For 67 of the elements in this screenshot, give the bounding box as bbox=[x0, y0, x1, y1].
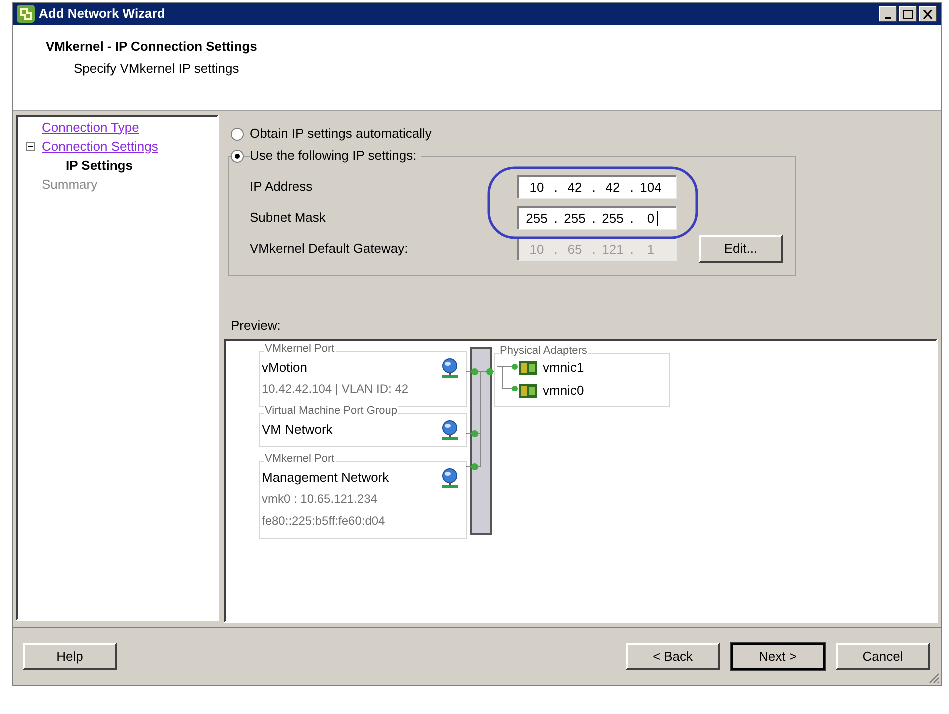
octet-value: 255 bbox=[601, 210, 625, 228]
octet-value: 255 bbox=[525, 210, 549, 228]
port-group-type: Virtual Machine Port Group bbox=[264, 406, 398, 416]
page-title: VMkernel - IP Connection Settings bbox=[46, 38, 258, 56]
network-port-icon bbox=[440, 468, 460, 488]
wizard-step: Summary bbox=[42, 174, 98, 194]
wizard-step[interactable]: Connection Settings bbox=[42, 136, 158, 156]
network-port-icon bbox=[440, 358, 460, 378]
ip-address-field[interactable]: 255 . 255 . 255 . 0 bbox=[517, 206, 677, 230]
network-card-icon bbox=[519, 360, 537, 374]
octet-separator: . bbox=[591, 240, 597, 259]
octet-value: 10 bbox=[528, 178, 546, 197]
ip-address-field[interactable]: 10 . 42 . 42 . 104 bbox=[517, 175, 677, 199]
preview-label: Preview: bbox=[231, 317, 282, 335]
help-button[interactable]: Help bbox=[23, 643, 117, 670]
octet-value: 65 bbox=[566, 240, 584, 259]
port-group-type: VMkernel Port bbox=[264, 344, 336, 354]
app-icon bbox=[17, 5, 35, 23]
octet-separator: . bbox=[591, 210, 597, 228]
octet-value: 255 bbox=[563, 210, 587, 228]
octet-separator: . bbox=[591, 178, 597, 197]
field-label: VMkernel Default Gateway: bbox=[250, 240, 410, 258]
collapse-icon[interactable] bbox=[26, 142, 34, 151]
wizard-step[interactable]: Connection Type bbox=[42, 118, 140, 138]
port-group-detail: fe80::225:b5ff:fe60:d04 bbox=[262, 512, 386, 530]
octet-value: 42 bbox=[566, 178, 584, 197]
network-card-icon bbox=[519, 384, 537, 398]
port-group-name: vMotion bbox=[262, 358, 308, 377]
close-icon bbox=[923, 10, 933, 18]
octet-value: 104 bbox=[639, 178, 663, 197]
edit-button[interactable]: Edit... bbox=[699, 235, 783, 263]
port-group-detail: vmk0 : 10.65.121.234 bbox=[262, 490, 378, 508]
minimize-icon bbox=[885, 16, 891, 18]
adapters-title: Physical Adapters bbox=[499, 346, 588, 356]
cancel-button[interactable]: Cancel bbox=[836, 643, 930, 670]
adapter-name: vmnic0 bbox=[543, 382, 584, 400]
octet-separator: . bbox=[553, 210, 559, 228]
close-button[interactable] bbox=[919, 6, 937, 22]
port-group-type: VMkernel Port bbox=[264, 454, 336, 464]
octet-value: 10 bbox=[528, 240, 546, 259]
window-title: Add Network Wizard bbox=[39, 5, 166, 24]
octet-separator: . bbox=[629, 240, 635, 259]
maximize-button[interactable] bbox=[899, 6, 917, 22]
next-button[interactable]: Next > bbox=[731, 643, 825, 670]
back-button[interactable]: < Back bbox=[626, 643, 720, 670]
resize-grip-icon[interactable] bbox=[928, 672, 940, 684]
octet-value: 121 bbox=[601, 240, 625, 259]
octet-separator: . bbox=[553, 178, 559, 197]
port-group-detail: 10.42.42.104 | VLAN ID: 42 bbox=[262, 380, 410, 398]
adapter-name: vmnic1 bbox=[543, 358, 584, 377]
minimize-button[interactable] bbox=[879, 6, 897, 22]
network-port-icon bbox=[440, 420, 460, 440]
port-group-name: Management Network bbox=[262, 468, 390, 487]
maximize-icon bbox=[903, 10, 913, 18]
page-subtitle: Specify VMkernel IP settings bbox=[73, 60, 240, 78]
port-group-name: VM Network bbox=[262, 420, 333, 439]
octet-value: 0 bbox=[646, 210, 656, 228]
wizard-step: IP Settings bbox=[66, 156, 133, 176]
radio-button[interactable] bbox=[231, 150, 244, 162]
field-label: Subnet Mask bbox=[250, 209, 327, 228]
octet-separator: . bbox=[629, 210, 635, 228]
octet-value: 42 bbox=[604, 178, 622, 197]
octet-separator: . bbox=[629, 178, 635, 197]
radio-button[interactable] bbox=[231, 128, 244, 140]
octet-separator: . bbox=[553, 240, 559, 259]
field-label: IP Address bbox=[250, 178, 314, 196]
octet-value: 1 bbox=[646, 240, 656, 259]
